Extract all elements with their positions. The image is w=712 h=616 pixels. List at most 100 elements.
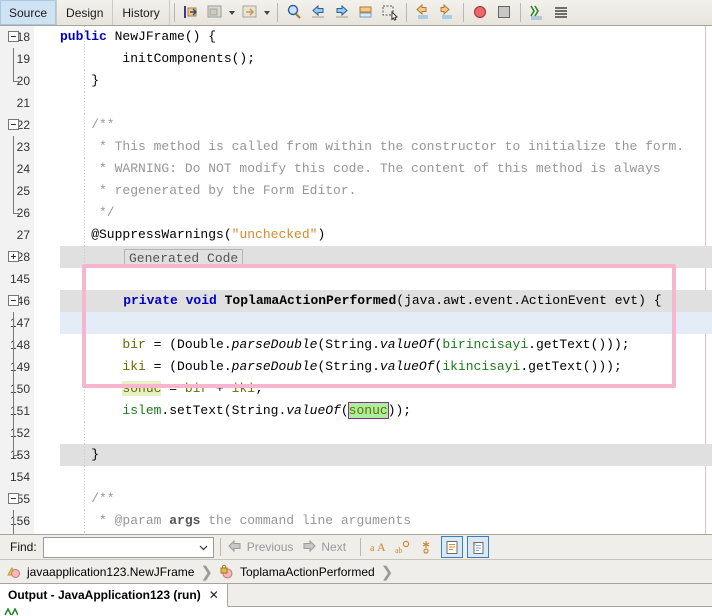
fold-toggle-collapse-icon[interactable]: [8, 31, 19, 42]
field-birincisayi: birincisayi: [442, 337, 529, 352]
find-previous-button[interactable]: Previous: [227, 539, 293, 555]
code-line-23[interactable]: 23 * This method is called from within t…: [0, 136, 712, 158]
keyword-public: public: [60, 29, 107, 44]
indent-guide: [84, 422, 85, 444]
field-islem: islem: [60, 403, 162, 418]
code-line-150[interactable]: 150 sonuc = bir + iki;: [0, 378, 712, 400]
whole-words-icon[interactable]: ab: [393, 537, 413, 557]
search-input[interactable]: [42, 536, 214, 558]
code-line-152[interactable]: 152: [0, 422, 712, 444]
code-line-151[interactable]: 151 islem.setText(String.valueOf(sonuc))…: [0, 400, 712, 422]
output-tab-label: Output - JavaApplication123 (run): [8, 588, 201, 602]
code-line-20[interactable]: 20 }: [0, 70, 712, 92]
breadcrumb-separator-icon: ❯: [380, 563, 394, 581]
code-text: */: [60, 532, 115, 534]
code-line-145[interactable]: 145: [0, 268, 712, 290]
regular-expression-icon[interactable]: [417, 537, 437, 557]
next-bookmark-icon[interactable]: [331, 1, 353, 23]
chevron-down-icon[interactable]: [198, 542, 209, 553]
code-line-154[interactable]: 154: [0, 466, 712, 488]
code-segment: * @param: [60, 513, 170, 528]
code-line-24[interactable]: 24 * WARNING: Do NOT modify this code. T…: [0, 158, 712, 180]
caret-row-background: [60, 312, 712, 334]
fold-line: [13, 48, 14, 70]
start-macro-recording-icon[interactable]: [469, 1, 491, 23]
fold-toggle-collapse-icon[interactable]: [8, 493, 19, 504]
code-line-19[interactable]: 19 initComponents();: [0, 48, 712, 70]
toggle-bookmark-icon[interactable]: [355, 1, 377, 23]
match-case-icon[interactable]: a A: [369, 537, 389, 557]
last-edit-icon[interactable]: [204, 1, 226, 23]
code-text: * This method is called from within the …: [60, 139, 685, 154]
code-segment: .setText(String.: [161, 403, 287, 418]
fold-toggle-expand-icon[interactable]: [8, 251, 19, 262]
line-number: 19: [0, 48, 34, 70]
fold-toggle-collapse-icon[interactable]: [8, 295, 19, 306]
breadcrumb-label: javaapplication123.NewJFrame: [27, 564, 195, 579]
static-method: parseDouble: [231, 337, 318, 352]
toggle-rectangular-selection-icon[interactable]: [180, 1, 202, 23]
highlight-results-icon[interactable]: [441, 536, 464, 558]
code-line-153[interactable]: 153 }: [0, 444, 712, 466]
code-line-27[interactable]: 27 @SuppressWarnings("unchecked"): [0, 224, 712, 246]
find-bar: Find: Previous Next a A ab: [0, 534, 712, 560]
shift-line-right-icon[interactable]: [436, 1, 458, 23]
wrap-around-icon[interactable]: [467, 536, 490, 558]
toggle-highlight-search-icon[interactable]: [379, 1, 401, 23]
breadcrumb-item-method[interactable]: ToplamaActionPerformed ❯: [219, 563, 399, 581]
folded-region-generated-code[interactable]: Generated Code: [124, 249, 244, 267]
toolbar-separator-1: [173, 3, 175, 22]
uncomment-icon[interactable]: [550, 1, 572, 23]
field-bir: bir: [60, 337, 146, 352]
static-method: valueOf: [286, 403, 341, 418]
code-line-18[interactable]: 18 public NewJFrame() {: [0, 26, 712, 48]
comment-icon[interactable]: [526, 1, 548, 23]
line-number: 23: [0, 136, 34, 158]
code-line-156[interactable]: 156 * @param args the command line argum…: [0, 510, 712, 532]
close-icon[interactable]: ✕: [209, 588, 219, 602]
tab-history[interactable]: History: [113, 0, 170, 25]
toolbar-separator-5: [519, 3, 521, 22]
code-segment: = (Double.: [145, 359, 232, 374]
code-segment: NewJFrame() {: [106, 29, 217, 44]
output-content[interactable]: [0, 607, 712, 615]
code-line-148[interactable]: 148 bir = (Double.parseDouble(String.val…: [0, 334, 712, 356]
code-line-155[interactable]: 155 /**: [0, 488, 712, 510]
private-method-icon: [220, 564, 233, 578]
code-line-28[interactable]: 28 Generated Code: [0, 246, 712, 268]
code-text: /**: [60, 491, 115, 506]
line-number: 24: [0, 158, 34, 180]
indent-guide: [84, 268, 85, 290]
code-line-146[interactable]: 146 private void ToplamaActionPerformed(…: [0, 290, 712, 312]
tab-design[interactable]: Design: [57, 0, 114, 25]
next-edit-dropdown-icon[interactable]: [262, 0, 273, 25]
find-next-button[interactable]: Next: [301, 539, 346, 555]
shift-line-left-icon[interactable]: [412, 1, 434, 23]
find-selection-icon[interactable]: [283, 1, 305, 23]
code-segment: ;: [255, 381, 263, 396]
tab-source[interactable]: Source: [0, 0, 58, 25]
line-number: 150: [0, 378, 34, 400]
code-line-26[interactable]: 26 */: [0, 202, 712, 224]
field-ikincisayi: ikincisayi: [442, 359, 521, 374]
next-edit-icon[interactable]: [239, 1, 261, 23]
code-line-157[interactable]: 157 */: [0, 532, 712, 534]
code-line-22[interactable]: 22 /**: [0, 114, 712, 136]
code-editor[interactable]: 18 public NewJFrame() { 19 initComponent…: [0, 26, 712, 534]
code-line-21[interactable]: 21: [0, 92, 712, 114]
search-input-field[interactable]: [47, 538, 198, 556]
code-text: iki = (Double.parseDouble(String.valueOf…: [60, 356, 621, 378]
fold-toggle-collapse-icon[interactable]: [8, 119, 19, 130]
output-panel: Output - JavaApplication123 (run) ✕: [0, 584, 712, 616]
fold-line: [13, 136, 14, 158]
previous-bookmark-icon[interactable]: [307, 1, 329, 23]
code-segment: the command line arguments: [200, 513, 412, 528]
code-line-149[interactable]: 149 iki = (Double.parseDouble(String.val…: [0, 356, 712, 378]
output-tab[interactable]: Output - JavaApplication123 (run) ✕: [0, 584, 228, 607]
last-edit-dropdown-icon[interactable]: [227, 0, 238, 25]
code-line-25[interactable]: 25 * regenerated by the Form Editor.: [0, 180, 712, 202]
class-icon: [7, 566, 20, 578]
breadcrumb-item-class[interactable]: javaapplication123.NewJFrame ❯: [6, 563, 219, 581]
stop-macro-recording-icon[interactable]: [493, 1, 515, 23]
code-line-147[interactable]: 147: [0, 312, 712, 334]
